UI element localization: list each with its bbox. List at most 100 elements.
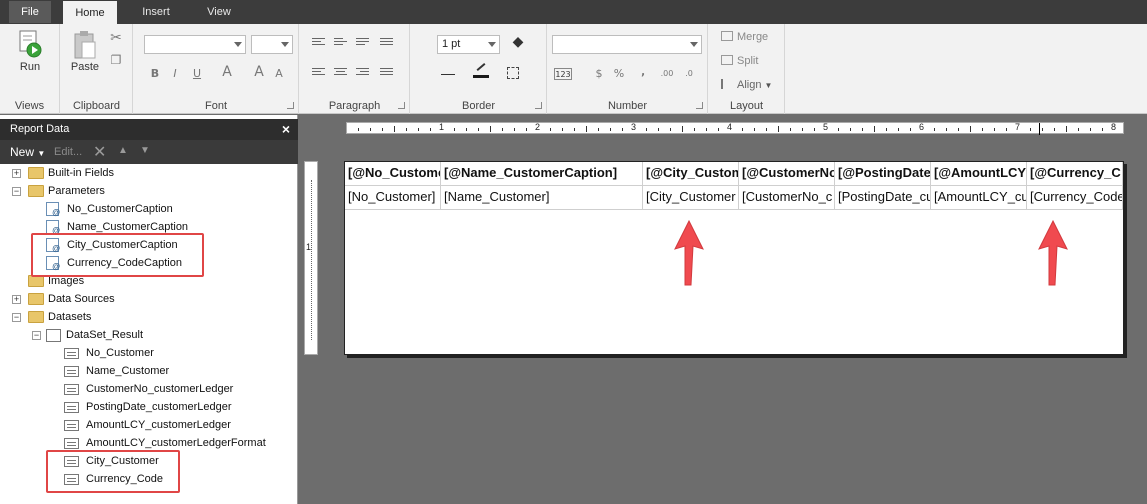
tree-item-label: DataSet_Result	[66, 329, 144, 341]
table-data-cell[interactable]: [No_Customer]	[345, 186, 441, 210]
field-item[interactable]: CustomerNo_customerLedger	[64, 380, 290, 398]
tree-item-dataset[interactable]: − DataSet_Result	[30, 326, 290, 344]
ruler-tick	[394, 126, 395, 132]
edit-button[interactable]: Edit...	[54, 146, 82, 158]
increase-decimal-icon[interactable]: .00	[660, 68, 674, 80]
align-center-icon[interactable]	[334, 68, 347, 78]
table-data-cell[interactable]: [Currency_Code	[1027, 186, 1123, 210]
ruler-tick	[862, 128, 863, 131]
indent-decrease-icon[interactable]	[380, 38, 393, 48]
align-middle-icon[interactable]	[334, 38, 347, 48]
field-item[interactable]: AmountLCY_customerLedger	[64, 416, 290, 434]
field-item[interactable]: Name_Customer	[64, 362, 290, 380]
run-button[interactable]: Run	[12, 30, 48, 73]
table-data-cell[interactable]: [AmountLCY_cu	[931, 186, 1027, 210]
expand-icon[interactable]: +	[12, 295, 21, 304]
folder-icon	[28, 185, 44, 197]
align-top-icon[interactable]	[312, 38, 325, 48]
align-left-icon[interactable]	[312, 68, 325, 78]
border-dialog-launcher[interactable]	[535, 102, 542, 109]
close-icon[interactable]: ×	[282, 119, 290, 140]
tab-file[interactable]: File	[9, 1, 51, 23]
ruler-tick	[1030, 128, 1031, 131]
comma-button[interactable]: ‚	[636, 66, 650, 78]
border-width-dropdown[interactable]: 1 pt	[437, 35, 500, 54]
ruler-tick	[658, 128, 659, 131]
table-header-cell[interactable]: [@Currency_C	[1027, 162, 1123, 186]
tree-item-datasets[interactable]: − Datasets	[10, 308, 290, 326]
tab-home[interactable]: Home	[63, 1, 117, 24]
copy-icon[interactable]: ❐	[109, 54, 123, 66]
ruler-tick	[358, 128, 359, 131]
align-bottom-icon[interactable]	[356, 38, 369, 48]
ruler-tick	[742, 128, 743, 131]
table-header-cell[interactable]: [@No_Custome	[345, 162, 441, 186]
tree-item-label: Built-in Fields	[48, 167, 115, 179]
tree-item-data-sources[interactable]: + Data Sources	[10, 290, 290, 308]
ruler-tick	[406, 128, 407, 131]
table-header-cell[interactable]: [@CustomerNo	[739, 162, 835, 186]
placeholder-styles-button[interactable]: 123	[554, 68, 572, 80]
ruler-tick	[886, 128, 887, 131]
paragraph-dialog-launcher[interactable]	[398, 102, 405, 109]
tree-item-label: Datasets	[48, 311, 92, 323]
ruler-tick	[910, 128, 911, 131]
justify-icon[interactable]	[380, 68, 393, 78]
field-icon	[64, 420, 79, 431]
ruler-tick	[502, 128, 503, 131]
table-header-cell[interactable]: [@AmountLCY	[931, 162, 1027, 186]
parameter-item[interactable]: @ No_CustomerCaption	[46, 200, 286, 218]
number-dialog-launcher[interactable]	[696, 102, 703, 109]
table-data-cell[interactable]: [City_Customer	[643, 186, 739, 210]
collapse-icon[interactable]: −	[32, 331, 41, 340]
move-down-icon[interactable]: ▼	[140, 145, 150, 156]
new-button[interactable]: New ▼	[10, 145, 45, 159]
paste-button[interactable]: Paste	[67, 30, 103, 73]
decrease-decimal-icon[interactable]: .0	[682, 68, 696, 80]
merge-label: Merge	[737, 31, 769, 43]
ruler-tick	[838, 128, 839, 131]
borders-icon[interactable]	[507, 67, 519, 79]
tab-view[interactable]: View	[194, 0, 244, 24]
shrink-font-button[interactable]: A	[272, 68, 286, 80]
font-dialog-launcher[interactable]	[287, 102, 294, 109]
cut-icon[interactable]: ✂	[109, 31, 123, 45]
ruler-tick	[1054, 128, 1055, 131]
font-color-button[interactable]: A	[220, 65, 234, 79]
move-up-icon[interactable]: ▲	[118, 145, 128, 156]
border-group: 1 pt ◆ Border	[411, 24, 547, 114]
delete-icon[interactable]: ✕	[93, 142, 106, 162]
align-dropdown[interactable]: Align ▼	[721, 79, 772, 91]
table-data-cell[interactable]: [CustomerNo_c	[739, 186, 835, 210]
italic-button[interactable]: I	[168, 68, 182, 80]
field-item[interactable]: PostingDate_customerLedger	[64, 398, 290, 416]
underline-button[interactable]: U	[190, 68, 204, 80]
font-family-dropdown[interactable]	[144, 35, 246, 54]
grow-font-button[interactable]: A	[252, 65, 266, 79]
table-data-cell[interactable]: [Name_Customer]	[441, 186, 643, 210]
number-format-dropdown[interactable]	[552, 35, 702, 54]
field-item[interactable]: No_Customer	[64, 344, 290, 362]
expand-icon[interactable]: +	[12, 169, 21, 178]
percent-button[interactable]: %	[612, 68, 626, 80]
align-right-icon[interactable]	[356, 68, 369, 78]
split-button[interactable]: Split	[721, 55, 758, 67]
fill-color-icon[interactable]: ◆	[511, 35, 525, 49]
tree-item-builtin-fields[interactable]: + Built-in Fields	[10, 164, 290, 182]
table-header-cell[interactable]: [@Name_CustomerCaption]	[441, 162, 643, 186]
font-size-dropdown[interactable]	[251, 35, 293, 54]
collapse-icon[interactable]: −	[12, 313, 21, 322]
border-style-icon[interactable]	[441, 74, 455, 75]
collapse-icon[interactable]: −	[12, 187, 21, 196]
bold-button[interactable]: B	[148, 68, 162, 80]
report-data-title: Report Data	[10, 123, 70, 135]
tab-insert[interactable]: Insert	[128, 0, 184, 24]
tree-item-parameters[interactable]: − Parameters	[10, 182, 290, 200]
currency-button[interactable]: $	[592, 68, 606, 80]
ruler-number: 2	[535, 122, 541, 132]
border-color-icon[interactable]	[473, 63, 489, 78]
table-data-cell[interactable]: [PostingDate_cu	[835, 186, 931, 210]
table-header-cell[interactable]: [@City_Custom	[643, 162, 739, 186]
merge-button[interactable]: Merge	[721, 31, 768, 43]
table-header-cell[interactable]: [@PostingDate	[835, 162, 931, 186]
